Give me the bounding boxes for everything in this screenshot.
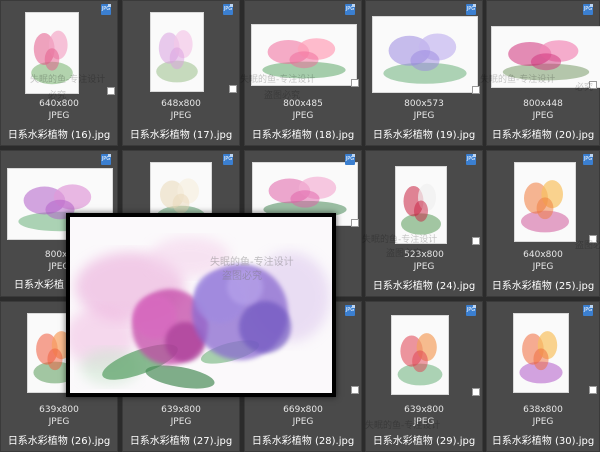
image-preview-popup: 失眠的鱼-专注设计 盗图必究: [66, 213, 336, 397]
select-checkbox[interactable]: [472, 86, 480, 94]
select-checkbox[interactable]: [472, 237, 480, 245]
jpg-file-icon: JPG: [583, 154, 593, 165]
select-checkbox[interactable]: [229, 85, 237, 93]
jpg-file-icon: JPG: [101, 154, 111, 165]
image-dimensions: 639x800: [39, 405, 79, 415]
file-name: 日系水彩植物 (17).jpg: [129, 130, 233, 141]
watermark-text: 盗图必究: [386, 249, 423, 259]
jpg-file-icon: JPG: [223, 4, 233, 15]
image-format: JPEG: [292, 111, 314, 121]
watermark-text: 必究: [575, 83, 594, 93]
image-format: JPEG: [292, 417, 314, 427]
watermark-text: 失眠的鱼-专注设计: [30, 75, 106, 85]
jpg-file-icon: JPG: [223, 154, 233, 165]
image-format: JPEG: [170, 111, 192, 121]
thumbnail-cell[interactable]: JPG 648x800 JPEG 日系水彩植物 (17).jpg: [122, 0, 240, 146]
file-name: 日系水彩植物 (25).jpg: [491, 281, 595, 292]
select-checkbox[interactable]: [351, 79, 359, 87]
watermark-text: 盗图必究: [575, 241, 600, 251]
image-dimensions: 669x800: [283, 405, 323, 415]
image-dimensions: 523x800: [404, 250, 444, 260]
file-name-partial: 日系水彩植: [14, 280, 64, 291]
jpg-file-icon: JPG: [466, 154, 476, 165]
jpg-file-icon: JPG: [101, 4, 111, 15]
image-format: JPEG: [532, 417, 554, 427]
image-dimensions: 800x485: [283, 99, 323, 109]
thumbnail-cell[interactable]: JPG 640x800 JPEG 日系水彩植物 (25).jpg: [486, 150, 600, 297]
watermark-text: 失眠的鱼-专注设计: [210, 257, 294, 268]
file-name: 日系水彩植物 (16).jpg: [7, 130, 111, 141]
select-checkbox[interactable]: [351, 219, 359, 227]
watermark-text: 失眠的鱼-专注设计: [240, 75, 316, 85]
image-dimensions: 638x800: [523, 405, 563, 415]
watermark-text: 盗图必究: [222, 271, 262, 282]
file-name: 日系水彩植物 (26).jpg: [7, 436, 111, 447]
flower-painting: [521, 180, 569, 233]
jpg-file-icon: JPG: [466, 305, 476, 316]
jpg-file-icon: JPG: [466, 4, 476, 15]
image-dimensions: 639x800: [404, 405, 444, 415]
file-name: 日系水彩植物 (28).jpg: [251, 436, 355, 447]
flower-painting: [383, 33, 467, 84]
image-format: JPEG: [413, 262, 435, 272]
jpg-file-icon: JPG: [583, 305, 593, 316]
image-format: JPEG: [532, 111, 554, 121]
image-format: JPEG: [48, 111, 70, 121]
preview-image-hydrangea: 失眠的鱼-专注设计 盗图必究: [70, 217, 332, 393]
jpg-file-icon: JPG: [345, 305, 355, 316]
flower-painting: [519, 331, 563, 384]
select-checkbox[interactable]: [472, 388, 480, 396]
file-name: 日系水彩植物 (18).jpg: [251, 130, 355, 141]
select-checkbox[interactable]: [107, 87, 115, 95]
jpg-file-icon: JPG: [583, 4, 593, 15]
image-format: JPEG: [413, 111, 435, 121]
thumbnail-image: [515, 163, 575, 241]
jpg-file-icon: JPG: [345, 154, 355, 165]
file-name: 日系水彩植物 (29).jpg: [372, 436, 476, 447]
thumbnail-cell[interactable]: JPG 523x800 JPEG 日系水彩植物 (24).jpg: [365, 150, 483, 297]
hydrangea-painting: [70, 237, 330, 389]
watermark-text: 必究: [48, 91, 67, 101]
image-format: JPEG: [48, 417, 70, 427]
image-dimensions: 800x573: [404, 99, 444, 109]
thumbnail-cell[interactable]: JPG 638x800 JPEG 日系水彩植物 (30).jpg: [486, 301, 600, 452]
image-dimensions: 640x800: [523, 250, 563, 260]
thumbnail-image: [151, 13, 203, 91]
file-name: 日系水彩植物 (19).jpg: [372, 130, 476, 141]
file-name: 日系水彩植物 (20).jpg: [491, 130, 595, 141]
watermark-text: 失眠的鱼-专注设计: [480, 75, 556, 85]
image-format: JPEG: [532, 262, 554, 272]
watermark-text: 失眠的鱼-专注设计: [365, 421, 441, 431]
flower-painting: [156, 30, 198, 83]
file-name: 日系水彩植物 (24).jpg: [372, 281, 476, 292]
jpg-file-icon: JPG: [345, 4, 355, 15]
watermark-text: 盗图必究: [264, 91, 301, 101]
select-checkbox[interactable]: [351, 386, 359, 394]
select-checkbox[interactable]: [589, 386, 597, 394]
image-dimensions: 648x800: [161, 99, 201, 109]
thumbnail-image: [514, 314, 568, 392]
image-dimensions: 639x800: [161, 405, 201, 415]
file-name: 日系水彩植物 (27).jpg: [129, 436, 233, 447]
watermark-text: 失眠的鱼-专注设计: [362, 235, 438, 245]
image-format: JPEG: [170, 417, 192, 427]
thumbnail-image: [373, 17, 477, 92]
thumbnail-cell[interactable]: JPG 800x573 JPEG 日系水彩植物 (19).jpg: [365, 0, 483, 146]
flower-painting: [397, 333, 443, 386]
thumbnail-image: [392, 316, 448, 394]
image-dimensions: 800x448: [523, 99, 563, 109]
file-name: 日系水彩植物 (30).jpg: [491, 436, 595, 447]
